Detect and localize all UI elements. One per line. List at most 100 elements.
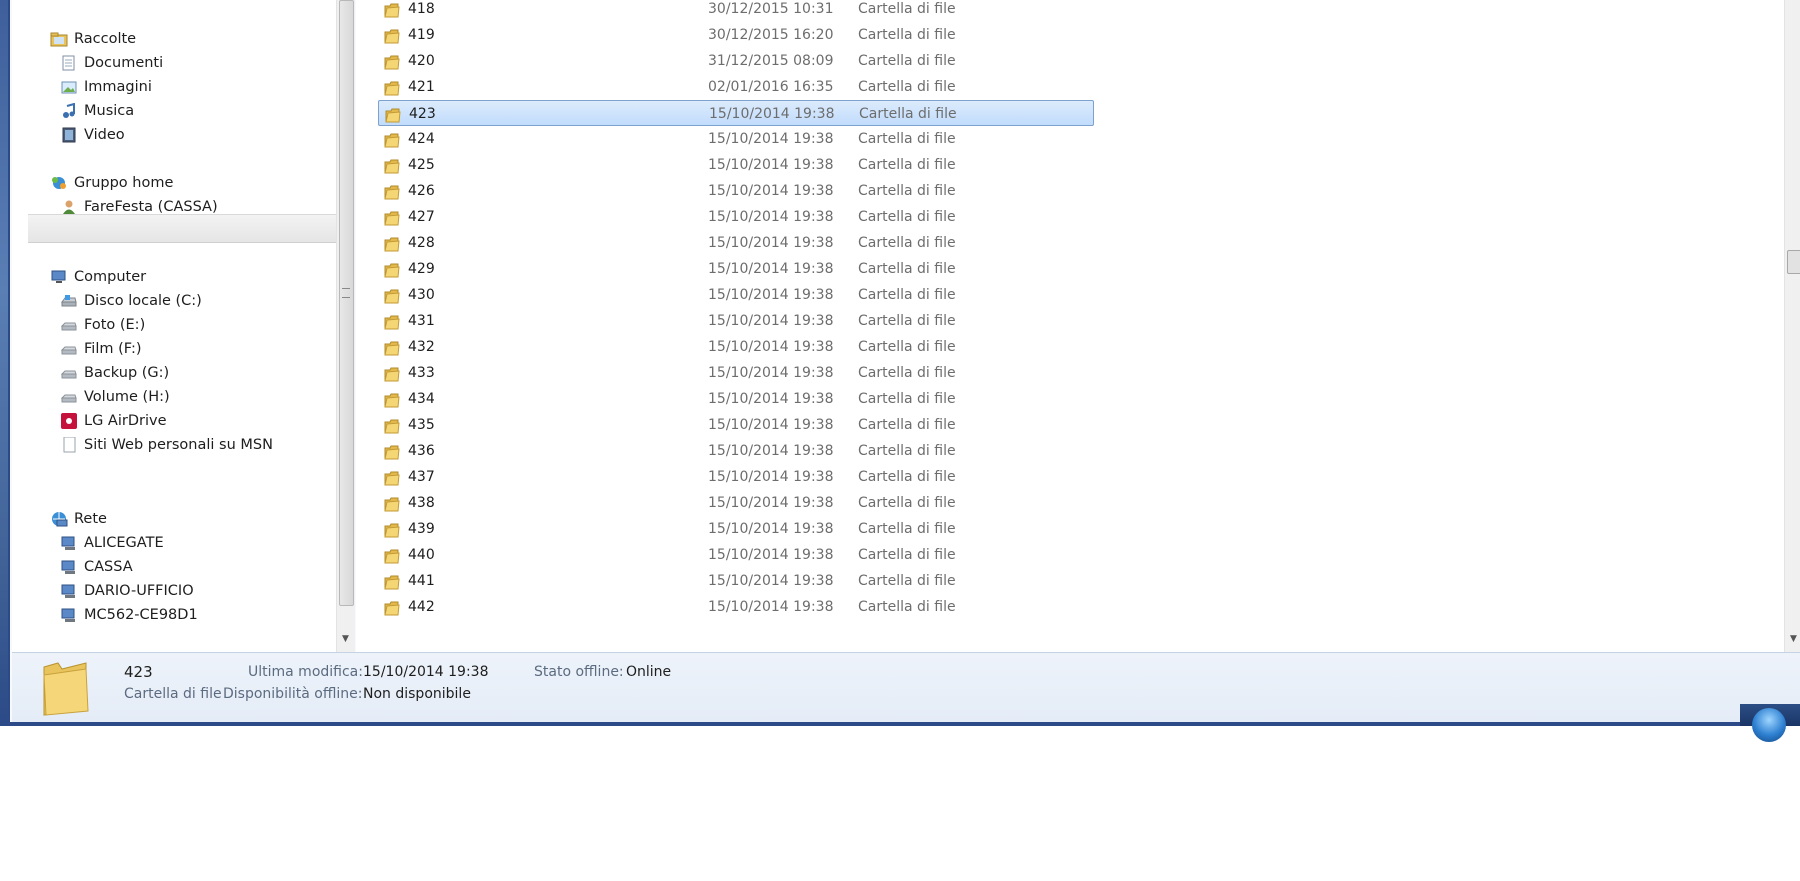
file-row[interactable]: 418 30/12/2015 10:31 Cartella di file <box>378 0 1094 22</box>
file-row[interactable]: 438 15/10/2014 19:38 Cartella di file <box>378 490 1094 516</box>
file-type: Cartella di file <box>858 599 956 615</box>
folder-icon <box>384 79 400 96</box>
file-list-scrollbar[interactable]: ▼ <box>1784 0 1800 652</box>
file-row[interactable]: 427 15/10/2014 19:38 Cartella di file <box>378 204 1094 230</box>
file-date: 31/12/2015 08:09 <box>708 53 834 69</box>
file-row[interactable]: 436 15/10/2014 19:38 Cartella di file <box>378 438 1094 464</box>
drive-icon <box>60 340 78 356</box>
file-date: 15/10/2014 19:38 <box>708 209 834 225</box>
folder-icon <box>384 183 400 200</box>
nav-item-label: Foto (E:) <box>84 317 146 333</box>
network-computer-icon <box>60 582 78 598</box>
nav-item-pictures[interactable]: Immagini <box>60 74 152 100</box>
network-computer-icon <box>60 558 78 574</box>
file-type: Cartella di file <box>858 313 956 329</box>
file-type: Cartella di file <box>858 235 956 251</box>
nav-item-drive-g[interactable]: Backup (G:) <box>60 360 169 386</box>
explorer-window: Raccolte Documenti Immagini Musica Video… <box>8 0 1800 726</box>
file-type: Cartella di file <box>858 573 956 589</box>
documents-icon <box>60 54 78 71</box>
file-type: Cartella di file <box>859 106 957 122</box>
nav-item-drive-e[interactable]: Foto (E:) <box>60 312 145 338</box>
nav-item-label: Immagini <box>84 79 152 95</box>
file-date: 15/10/2014 19:38 <box>708 261 834 277</box>
drive-icon <box>60 388 78 404</box>
folder-icon <box>384 495 400 512</box>
scroll-down-arrow-icon[interactable]: ▼ <box>342 634 349 644</box>
start-orb-icon[interactable] <box>1752 708 1786 742</box>
file-row[interactable]: 442 15/10/2014 19:38 Cartella di file <box>378 594 1094 620</box>
file-type: Cartella di file <box>858 365 956 381</box>
drive-icon <box>60 316 78 332</box>
file-type: Cartella di file <box>858 209 956 225</box>
nav-item-documents[interactable]: Documenti <box>60 50 163 76</box>
details-modified-label: Ultima modifica: <box>248 664 363 680</box>
nav-libraries[interactable]: Raccolte <box>50 26 136 52</box>
nav-item-label: Backup (G:) <box>84 365 170 381</box>
file-row[interactable]: 423 15/10/2014 19:38 Cartella di file <box>378 100 1094 126</box>
file-row[interactable]: 435 15/10/2014 19:38 Cartella di file <box>378 412 1094 438</box>
file-row[interactable]: 419 30/12/2015 16:20 Cartella di file <box>378 22 1094 48</box>
file-row[interactable]: 439 15/10/2014 19:38 Cartella di file <box>378 516 1094 542</box>
file-row[interactable]: 428 15/10/2014 19:38 Cartella di file <box>378 230 1094 256</box>
file-date: 02/01/2016 16:35 <box>708 79 834 95</box>
file-row[interactable]: 431 15/10/2014 19:38 Cartella di file <box>378 308 1094 334</box>
drive-icon <box>60 364 78 380</box>
file-name: 432 <box>408 339 435 355</box>
file-date: 15/10/2014 19:38 <box>708 391 834 407</box>
folder-icon <box>384 261 400 278</box>
nav-item-drive-f[interactable]: Film (F:) <box>60 336 142 362</box>
file-date: 15/10/2014 19:38 <box>708 495 834 511</box>
nav-item-alicegate[interactable]: ALICEGATE <box>60 530 164 556</box>
nav-item-drive-h[interactable]: Volume (H:) <box>60 384 170 410</box>
nav-computer[interactable]: Computer <box>50 264 146 290</box>
file-date: 15/10/2014 19:38 <box>708 417 834 433</box>
file-date: 15/10/2014 19:38 <box>708 235 834 251</box>
file-row[interactable]: 437 15/10/2014 19:38 Cartella di file <box>378 464 1094 490</box>
navigation-pane: Raccolte Documenti Immagini Musica Video… <box>12 0 337 652</box>
file-row[interactable]: 434 15/10/2014 19:38 Cartella di file <box>378 386 1094 412</box>
nav-item-video[interactable]: Video <box>60 122 125 148</box>
file-name: 420 <box>408 53 435 69</box>
file-row[interactable]: 432 15/10/2014 19:38 Cartella di file <box>378 334 1094 360</box>
file-type: Cartella di file <box>858 547 956 563</box>
file-row[interactable]: 421 02/01/2016 16:35 Cartella di file <box>378 74 1094 100</box>
scroll-down-arrow-icon[interactable]: ▼ <box>1790 634 1797 644</box>
nav-item-music[interactable]: Musica <box>60 98 134 124</box>
nav-scrollbar[interactable]: ▼ <box>336 0 355 652</box>
nav-item-mc562[interactable]: MC562-CE98D1 <box>60 602 198 628</box>
nav-item-farefesta[interactable]: FareFesta (CASSA) <box>60 194 218 220</box>
file-name: 437 <box>408 469 435 485</box>
file-name: 440 <box>408 547 435 563</box>
nav-item-msn-sites[interactable]: Siti Web personali su MSN <box>60 432 273 458</box>
nav-item-lg-airdrive[interactable]: LG AirDrive <box>60 408 167 434</box>
file-date: 15/10/2014 19:38 <box>708 443 834 459</box>
file-date: 15/10/2014 19:38 <box>708 547 834 563</box>
nav-item-label: DARIO-UFFICIO <box>84 583 194 599</box>
file-row[interactable]: 426 15/10/2014 19:38 Cartella di file <box>378 178 1094 204</box>
file-row[interactable]: 433 15/10/2014 19:38 Cartella di file <box>378 360 1094 386</box>
nav-item-drive-c[interactable]: Disco locale (C:) <box>60 288 202 314</box>
file-name: 439 <box>408 521 435 537</box>
file-row[interactable]: 425 15/10/2014 19:38 Cartella di file <box>378 152 1094 178</box>
file-row[interactable]: 429 15/10/2014 19:38 Cartella di file <box>378 256 1094 282</box>
network-icon <box>50 510 68 527</box>
file-name: 424 <box>408 131 435 147</box>
nav-item-cassa[interactable]: CASSA <box>60 554 133 580</box>
file-row[interactable]: 441 15/10/2014 19:38 Cartella di file <box>378 568 1094 594</box>
folder-icon <box>384 521 400 538</box>
file-list-scrollbar-thumb[interactable] <box>1787 250 1800 274</box>
folder-icon <box>384 131 400 148</box>
file-name: 433 <box>408 365 435 381</box>
nav-scrollbar-thumb[interactable] <box>339 0 354 606</box>
file-row[interactable]: 440 15/10/2014 19:38 Cartella di file <box>378 542 1094 568</box>
folder-icon <box>384 391 400 408</box>
file-type: Cartella di file <box>858 53 956 69</box>
file-row[interactable]: 424 15/10/2014 19:38 Cartella di file <box>378 126 1094 152</box>
desktop-edge <box>0 0 8 726</box>
file-row[interactable]: 420 31/12/2015 08:09 Cartella di file <box>378 48 1094 74</box>
nav-homegroup[interactable]: Gruppo home <box>50 170 173 196</box>
nav-item-dario-ufficio[interactable]: DARIO-UFFICIO <box>60 578 194 604</box>
nav-network[interactable]: Rete <box>50 506 107 532</box>
file-row[interactable]: 430 15/10/2014 19:38 Cartella di file <box>378 282 1094 308</box>
